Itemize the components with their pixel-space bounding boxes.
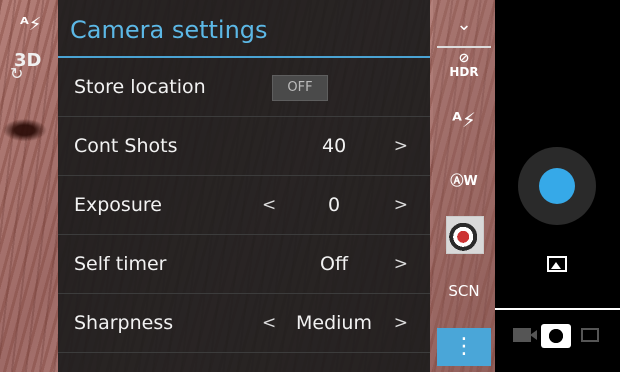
setting-value: 40 [322,135,347,157]
quick-settings-strip: ⌄ ⊘ HDR ᴬ⚡ ⒶW SCN ⋮ [433,0,495,372]
capture-panel [495,0,620,372]
divider [495,308,620,310]
setting-row-store-location[interactable]: Store location OFF [58,58,430,117]
divider [437,46,491,48]
chevron-right-icon[interactable]: > [394,235,408,294]
setting-value: Medium [296,312,372,334]
chevron-right-icon[interactable]: > [394,117,408,176]
setting-row-self-timer[interactable]: Self timer Off > [58,235,430,294]
scene-thumbnail-icon[interactable] [446,216,484,254]
setting-label: Self timer [74,253,167,275]
chevron-left-icon[interactable]: < [262,294,276,353]
camera-settings-panel: Camera settings Store location OFF Cont … [58,0,430,372]
setting-label: Exposure [74,194,162,216]
chevron-right-icon[interactable]: > [394,176,408,235]
more-settings-button[interactable]: ⋮ [437,328,491,366]
setting-label: Store location [74,76,206,98]
chevron-down-icon[interactable]: ⌄ [433,14,495,35]
chevron-right-icon[interactable]: > [394,294,408,353]
rotate-icon[interactable]: ↻ [10,64,23,83]
setting-value: 0 [328,194,341,216]
panorama-mode-icon[interactable] [581,328,599,342]
hdr-button[interactable]: ⊘ HDR [433,51,495,79]
video-mode-icon[interactable] [513,328,537,342]
setting-row-cont-shots[interactable]: Cont Shots 40 > [58,117,430,176]
shutter-ring [518,147,596,225]
chevron-left-icon[interactable]: < [262,176,276,235]
setting-row-exposure[interactable]: Exposure < 0 > [58,176,430,235]
setting-label: Cont Shots [74,135,178,157]
flash-auto-icon[interactable]: ᴬ⚡ [20,14,41,35]
page-title: Camera settings [58,0,430,58]
scene-mode-button[interactable]: SCN [433,282,495,300]
store-location-toggle[interactable]: OFF [272,75,328,101]
hdr-label: HDR [449,65,479,79]
setting-row-sharpness[interactable]: Sharpness < Medium > [58,294,430,353]
camera-mode-icon[interactable] [541,324,571,348]
setting-value: Off [320,253,349,275]
shutter-button[interactable] [539,168,575,204]
setting-label: Sharpness [74,312,174,334]
white-balance-auto-button[interactable]: ⒶW [433,170,495,189]
gallery-icon[interactable] [547,256,567,272]
flash-mode-button[interactable]: ᴬ⚡ [433,108,495,132]
hdr-off-icon: ⊘ [458,51,470,66]
